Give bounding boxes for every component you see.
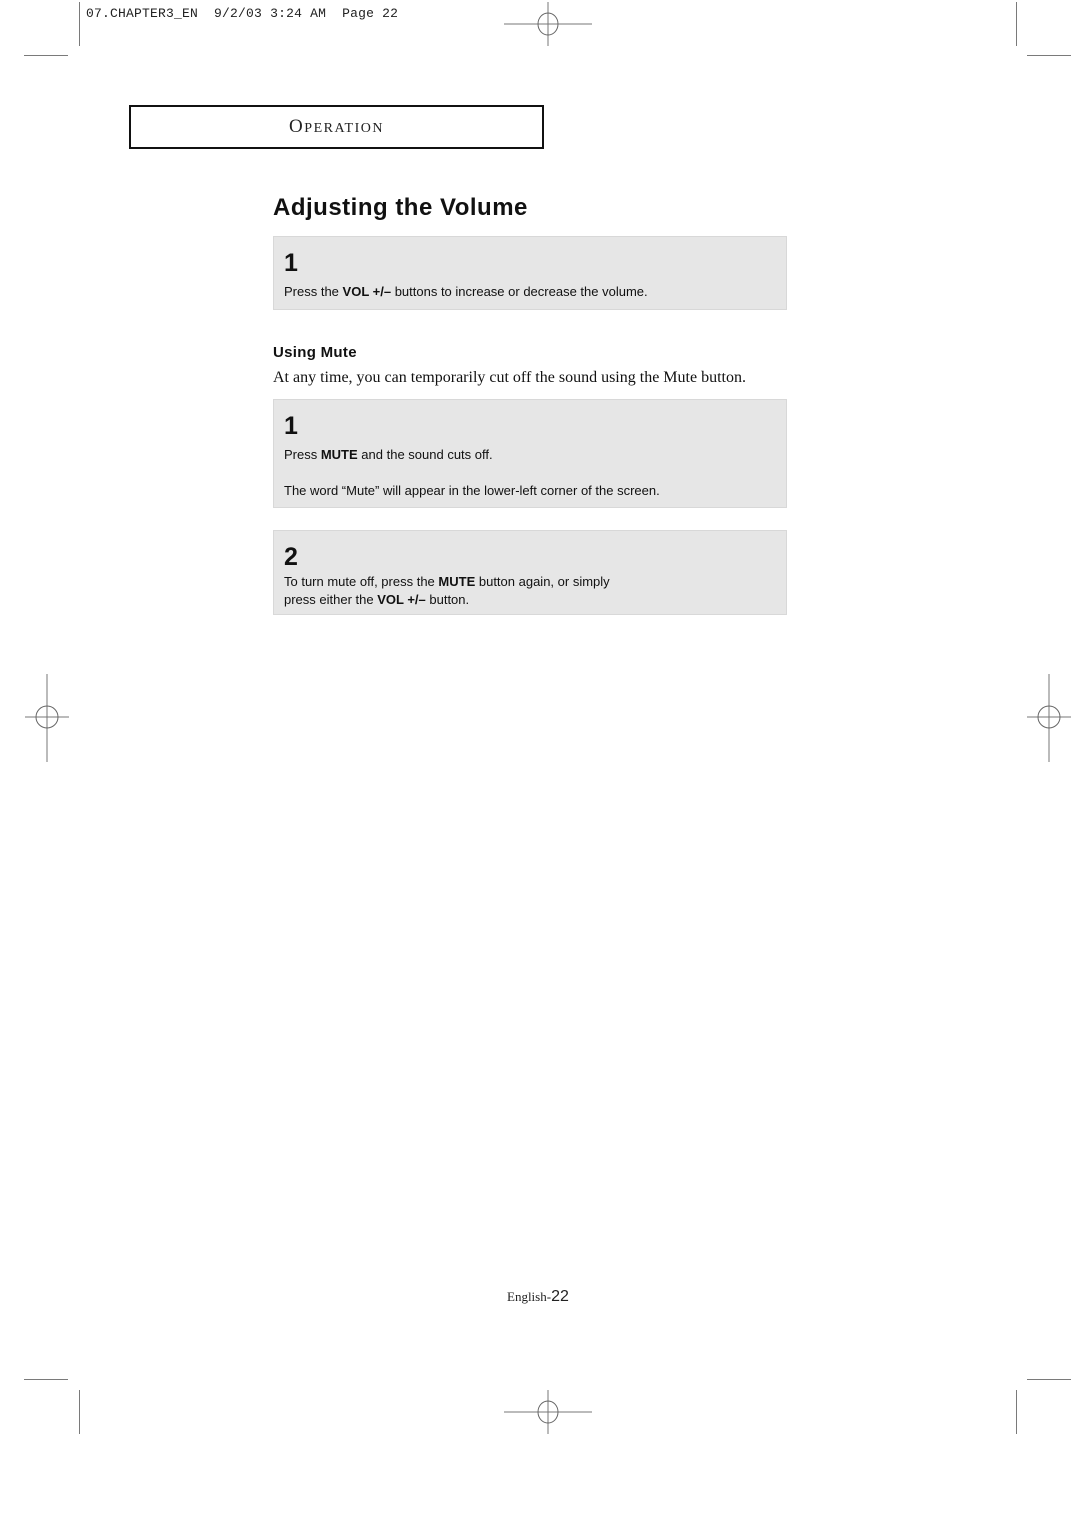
step-number: 1 xyxy=(284,249,298,277)
section-header-box: OPERATION xyxy=(129,105,544,149)
printer-slug: 07.CHAPTER3_EN 9/2/03 3:24 AM Page 22 xyxy=(86,6,398,21)
registration-mark-top-icon xyxy=(504,2,592,46)
page-footer: English-22 xyxy=(507,1288,569,1306)
step-number: 1 xyxy=(284,412,298,440)
mute-intro: At any time, you can temporarily cut off… xyxy=(273,369,746,386)
registration-mark-right-icon xyxy=(1027,674,1071,762)
crop-mark-top-right-horizontal xyxy=(1027,55,1071,56)
page-title: Adjusting the Volume xyxy=(273,194,528,221)
mute-step-1: 1 Press MUTE and the sound cuts off. The… xyxy=(273,399,787,508)
mute-step-2: 2 To turn mute off, press the MUTE butto… xyxy=(273,530,787,615)
registration-mark-bottom-icon xyxy=(504,1390,592,1434)
crop-mark-bottom-left-vertical xyxy=(79,1390,80,1434)
step-text-line-2: press either the VOL +/– button. xyxy=(284,592,470,607)
crop-mark-top-left-vertical xyxy=(79,2,80,46)
footer-page-number: 22 xyxy=(551,1288,569,1305)
step-number: 2 xyxy=(284,543,298,571)
volume-step-1: 1 Press the VOL +/– buttons to increase … xyxy=(273,236,787,310)
slug-page-label: Page xyxy=(342,6,375,21)
step-text-line-2: The word “Mute” will appear in the lower… xyxy=(284,483,660,498)
slug-time: 3:24 AM xyxy=(270,6,327,21)
crop-mark-bottom-right-vertical xyxy=(1016,1390,1017,1434)
step-text-line-1: To turn mute off, press the MUTE button … xyxy=(284,574,610,589)
registration-mark-left-icon xyxy=(25,674,69,762)
section-label: OPERATION xyxy=(289,116,384,137)
footer-language: English- xyxy=(507,1289,552,1304)
slug-page-number: 22 xyxy=(382,6,399,21)
step-text-line-1: Press MUTE and the sound cuts off. xyxy=(284,447,493,462)
crop-mark-top-left-horizontal xyxy=(24,55,68,56)
mute-heading: Using Mute xyxy=(273,344,357,361)
crop-mark-bottom-left-horizontal xyxy=(24,1379,68,1380)
crop-mark-bottom-right-horizontal xyxy=(1027,1379,1071,1380)
slug-file: 07.CHAPTER3_EN xyxy=(86,6,199,21)
step-text: Press the VOL +/– buttons to increase or… xyxy=(284,284,648,299)
crop-mark-top-right-vertical xyxy=(1016,2,1017,46)
slug-date: 9/2/03 xyxy=(214,6,263,21)
